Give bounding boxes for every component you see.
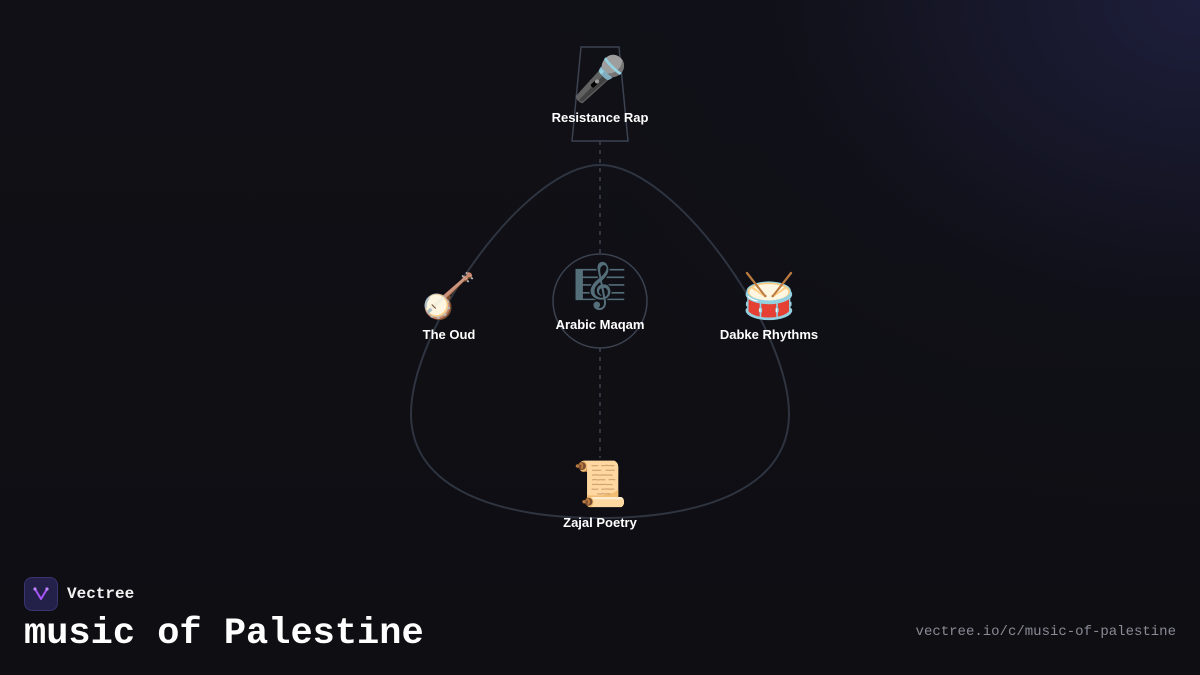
banjo-icon: 🪕 bbox=[421, 271, 477, 322]
brand-name: Vectree bbox=[67, 585, 135, 603]
node-label: Zajal Poetry bbox=[563, 515, 637, 530]
vectree-logo-icon bbox=[24, 577, 58, 611]
node-label: Arabic Maqam bbox=[555, 317, 645, 332]
node-label: Resistance Rap bbox=[551, 110, 649, 125]
node-resistance-rap[interactable]: 🎤 Resistance Rap bbox=[520, 54, 680, 125]
microphone-icon: 🎤 bbox=[572, 54, 628, 105]
page-url[interactable]: vectree.io/c/music-of-palestine bbox=[916, 624, 1176, 640]
node-arabic-maqam[interactable]: 🎼 Arabic Maqam bbox=[520, 261, 680, 332]
node-label: Dabke Rhythms bbox=[719, 327, 819, 342]
musical-score-icon: 🎼 bbox=[572, 261, 628, 312]
node-label: The Oud bbox=[422, 327, 476, 342]
node-the-oud[interactable]: 🪕 The Oud bbox=[369, 271, 529, 342]
node-dabke-rhythms[interactable]: 🥁 Dabke Rhythms bbox=[689, 271, 849, 342]
brand[interactable]: Vectree bbox=[24, 577, 134, 611]
drum-icon: 🥁 bbox=[741, 271, 797, 322]
node-zajal-poetry[interactable]: 📜 Zajal Poetry bbox=[520, 459, 680, 530]
scroll-icon: 📜 bbox=[572, 459, 628, 510]
page-title: music of Palestine bbox=[24, 613, 424, 655]
